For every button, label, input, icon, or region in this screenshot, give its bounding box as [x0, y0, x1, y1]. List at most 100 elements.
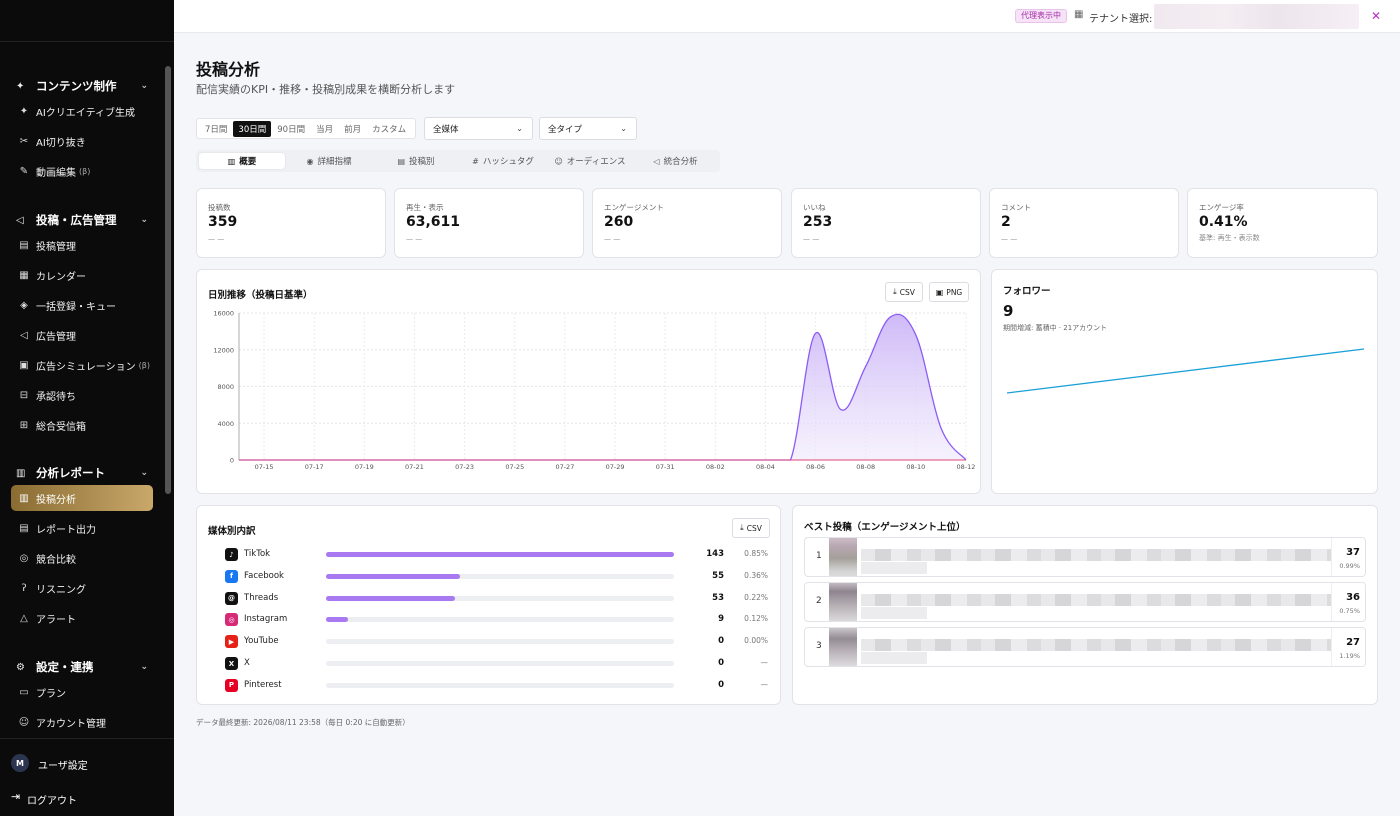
- sidebar-item-competitor[interactable]: ◎ 競合比較: [11, 545, 153, 571]
- user-icon: ☺: [18, 716, 30, 728]
- range-this-month[interactable]: 当月: [311, 121, 338, 137]
- post-thumbnail: [829, 583, 857, 621]
- best-post-row[interactable]: 2 36 0.75%: [804, 582, 1366, 622]
- sidebar-item-account-management[interactable]: ☺ アカウント管理: [11, 709, 153, 735]
- sidebar-item-listening[interactable]: ʔ リスニング: [11, 575, 153, 601]
- media-share-fill: [326, 595, 456, 601]
- close-icon[interactable]: ✕: [1371, 9, 1381, 23]
- chevron-down-icon: ⌄: [620, 124, 627, 133]
- sidebar-item-bulk-queue[interactable]: ◈ 一括登録・キュー: [11, 292, 153, 318]
- hash-icon: #: [472, 156, 479, 166]
- range-30d[interactable]: 30日間: [233, 120, 272, 137]
- x-tick-label: 08-04: [756, 463, 775, 471]
- nav-section-settings[interactable]: ⚙ 設定・連携 ⌄: [16, 659, 148, 675]
- media-count: 55: [712, 570, 724, 581]
- x-tick-label: 08-02: [706, 463, 725, 471]
- gear-icon: ⚙: [16, 661, 25, 673]
- sidebar-item-alert[interactable]: △ アラート: [11, 605, 153, 631]
- target-icon: ◎: [19, 552, 29, 564]
- media-name: Threads: [244, 592, 279, 603]
- media-share-fill: [326, 617, 348, 623]
- media-rate: —: [760, 679, 769, 689]
- kpi-label: いいね: [803, 203, 826, 212]
- sidebar-logo-area: [0, 0, 174, 42]
- tab-by-post[interactable]: ▤ 投稿別: [373, 153, 459, 169]
- tray-icon: ⊞: [19, 419, 29, 431]
- csv-download-button[interactable]: ⤓ CSV: [732, 518, 770, 538]
- sidebar-item-calendar[interactable]: ▦ カレンダー: [11, 262, 153, 288]
- nav-section-content[interactable]: ✦ コンテンツ制作 ⌄: [16, 78, 148, 94]
- tab-integrated[interactable]: ◁ 統合分析: [634, 153, 717, 169]
- y-tick-label: 12000: [213, 346, 234, 354]
- last-updated-note: データ最終更新: 2026/08/11 23:58（毎日 0:20 に自動更新）: [196, 718, 410, 727]
- tab-hashtag[interactable]: # ハッシュタグ: [460, 153, 546, 169]
- sidebar-item-unified-inbox[interactable]: ⊞ 総合受信箱: [11, 412, 153, 438]
- best-post-value: 37: [1346, 547, 1360, 558]
- tab-overview[interactable]: ▥ 概要: [199, 153, 285, 169]
- kpi-label: 再生・表示: [406, 203, 444, 212]
- nav-section-analytics[interactable]: ▥ 分析レポート ⌄: [16, 465, 148, 481]
- media-select[interactable]: 全媒体 ⌄: [424, 117, 533, 140]
- sidebar-item-ad-simulation[interactable]: ▣ 広告シミュレーション (β): [11, 352, 153, 378]
- range-7d[interactable]: 7日間: [200, 121, 232, 137]
- download-icon: ⤓: [740, 523, 744, 532]
- sidebar-item-label: 投稿分析: [36, 494, 76, 506]
- sidebar-item-ai-creative[interactable]: ✦ AIクリエイティブ生成: [11, 98, 153, 124]
- chevron-down-icon: ⌄: [140, 468, 148, 478]
- x-tick-label: 08-06: [806, 463, 825, 471]
- tab-detail-metrics[interactable]: ◉ 詳細指標: [286, 153, 372, 169]
- sidebar-item-label: 総合受信箱: [36, 421, 86, 433]
- kpi-value: 253: [803, 214, 833, 230]
- tiktok-icon: ♪: [225, 548, 238, 561]
- user-settings-link[interactable]: M ユーザ設定: [0, 739, 174, 785]
- best-post-row[interactable]: 1 37 0.99%: [804, 537, 1366, 577]
- sidebar-item-video-edit[interactable]: ✎ 動画編集 (β): [11, 158, 153, 184]
- card-title: ベスト投稿（エンゲージメント上位）: [804, 522, 966, 533]
- media-name: Instagram: [244, 614, 288, 625]
- range-last-month[interactable]: 前月: [339, 121, 366, 137]
- media-breakdown-card: 媒体別内訳 ⤓ CSV ♪ TikTok 143 0.85% f Facebook 55 0.3…: [196, 505, 781, 705]
- sidebar-item-ai-clip[interactable]: ✂ AI切り抜き: [11, 128, 153, 154]
- x-tick-label: 07-21: [405, 463, 424, 471]
- x-icon: X: [225, 657, 238, 670]
- nav-section-posts-ads[interactable]: ◁ 投稿・広告管理 ⌄: [16, 212, 148, 228]
- sidebar-item-report-export[interactable]: ▤ レポート出力: [11, 515, 153, 541]
- logout-link[interactable]: ⇥ ログアウト: [0, 785, 174, 813]
- sidebar: ✦ コンテンツ制作 ⌄ ✦ AIクリエイティブ生成 ✂ AI切り抜き ✎ 動画編集 (β…: [0, 0, 174, 816]
- sidebar-item-post-management[interactable]: ▤ 投稿管理: [11, 232, 153, 258]
- best-post-row[interactable]: 3 27 1.19%: [804, 627, 1366, 667]
- tab-label: 投稿別: [409, 157, 435, 167]
- media-row: ◎ Instagram 9 0.12%: [225, 612, 769, 628]
- daily-trend-chart: 0 4000 8000 12000 16000 07-15 07-17 07-19 07-21…: [213, 310, 975, 472]
- kpi-value: 260: [604, 214, 634, 230]
- daily-trend-card: 日別推移（投稿日基準） ⤓ CSV ▣ PNG 0 4000 8000 12000 1600…: [196, 269, 981, 494]
- logout-icon: ⇥: [11, 790, 21, 803]
- megaphone-icon: ◁: [653, 156, 660, 166]
- sidebar-item-plan[interactable]: ▭ プラン: [11, 679, 153, 705]
- type-select[interactable]: 全タイプ ⌄: [539, 117, 637, 140]
- media-share-bar: [326, 639, 674, 645]
- sidebar-scrollbar[interactable]: [165, 66, 171, 494]
- tab-audience[interactable]: ☺ オーディエンス: [547, 153, 633, 169]
- instagram-icon: ◎: [225, 613, 238, 627]
- building-icon: ▦: [1074, 9, 1084, 20]
- sidebar-item-ad-management[interactable]: ◁ 広告管理: [11, 322, 153, 348]
- best-post-score: 27 1.19%: [1331, 628, 1365, 666]
- sidebar-item-post-analytics[interactable]: ▥ 投稿分析: [11, 485, 153, 511]
- y-tick-label: 0: [230, 457, 234, 465]
- best-posts-card: ベスト投稿（エンゲージメント上位） 1 37 0.99% 2 36 0.75% …: [792, 505, 1378, 705]
- media-share-bar: [326, 682, 674, 688]
- kpi-value: 359: [208, 214, 238, 230]
- layers-icon: ◈: [20, 299, 28, 311]
- range-90d[interactable]: 90日間: [272, 121, 310, 137]
- media-count: 143: [706, 549, 724, 559]
- sidebar-item-approval[interactable]: ⊟ 承認待ち: [11, 382, 153, 408]
- follower-chart: [1006, 348, 1365, 394]
- sparkles-icon: ✦: [19, 105, 29, 117]
- range-custom[interactable]: カスタム: [367, 121, 411, 137]
- tab-label: ハッシュタグ: [482, 157, 534, 167]
- tenant-select[interactable]: [1154, 4, 1359, 29]
- sidebar-item-label: 広告シミュレーション: [36, 361, 136, 373]
- nav-section-label: コンテンツ制作: [36, 79, 117, 93]
- media-row: @ Threads 53 0.22%: [225, 591, 769, 607]
